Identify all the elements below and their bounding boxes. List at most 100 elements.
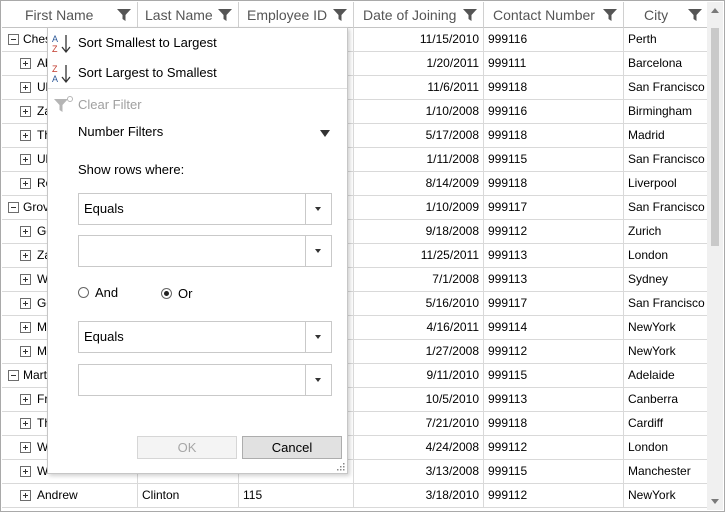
cell-city[interactable]: Cardiff [624,412,708,436]
cell-city[interactable]: Perth [624,28,708,52]
cell-contact[interactable]: 999113 [484,268,624,292]
collapse-icon[interactable] [8,202,19,213]
cell-contact[interactable]: 999118 [484,124,624,148]
column-header-city[interactable]: City [624,2,708,28]
expand-icon[interactable] [20,442,31,453]
sort-ascending-item[interactable]: A Z Sort Smallest to Largest [48,28,347,58]
cell-city[interactable]: Madrid [624,124,708,148]
cell-date[interactable]: 7/21/2010 [354,412,484,436]
cell-city[interactable]: NewYork [624,484,708,508]
cell-date[interactable]: 4/24/2008 [354,436,484,460]
filter-icon[interactable] [603,8,617,22]
cell-city[interactable]: Sydney [624,268,708,292]
cell-date[interactable]: 8/14/2009 [354,172,484,196]
expand-icon[interactable] [20,250,31,261]
value2-combo[interactable] [78,364,332,396]
expand-icon[interactable] [20,346,31,357]
cell-date[interactable]: 11/25/2011 [354,244,484,268]
cell-city[interactable]: Birmingham [624,100,708,124]
cell-contact[interactable]: 999113 [484,388,624,412]
cell-city[interactable]: Adelaide [624,364,708,388]
ok-button[interactable]: OK [137,436,237,459]
cell-date[interactable]: 1/10/2009 [354,196,484,220]
cell-city[interactable]: London [624,436,708,460]
expand-icon[interactable] [20,82,31,93]
cell-contact[interactable]: 999112 [484,436,624,460]
resize-grip-icon[interactable] [337,463,345,471]
column-header-first-name[interactable]: First Name [2,2,138,28]
cell-id[interactable]: 115 [239,484,354,508]
collapse-icon[interactable] [8,34,19,45]
column-header-date-of-joining[interactable]: Date of Joining [354,2,484,28]
expand-icon[interactable] [20,130,31,141]
column-header-employee-id[interactable]: Employee ID [239,2,354,28]
value1-combo[interactable] [78,235,332,267]
expand-icon[interactable] [20,322,31,333]
cell-contact[interactable]: 999117 [484,292,624,316]
collapse-icon[interactable] [8,370,19,381]
filter-icon[interactable] [117,8,131,22]
cell-city[interactable]: San Francisco [624,292,708,316]
cell-date[interactable]: 9/11/2010 [354,364,484,388]
cell-date[interactable]: 9/18/2008 [354,220,484,244]
cell-contact[interactable]: 999116 [484,100,624,124]
filter-icon[interactable] [218,8,232,22]
cell-contact[interactable]: 999114 [484,316,624,340]
cell-contact[interactable]: 999116 [484,28,624,52]
cell-contact[interactable]: 999113 [484,244,624,268]
cell-contact[interactable]: 999112 [484,484,624,508]
cell-contact[interactable]: 999115 [484,364,624,388]
chevron-down-icon[interactable] [305,322,331,352]
filter-icon[interactable] [333,8,347,22]
cell-date[interactable]: 7/1/2008 [354,268,484,292]
scroll-thumb[interactable] [711,28,719,246]
cell-city[interactable]: London [624,244,708,268]
condition1-select[interactable]: Equals [78,193,332,225]
expand-icon[interactable] [20,106,31,117]
cell-first[interactable]: Andrew [2,484,138,508]
expand-icon[interactable] [20,466,31,477]
scroll-down-icon[interactable] [711,499,719,504]
cell-date[interactable]: 5/17/2008 [354,124,484,148]
cell-date[interactable]: 11/6/2011 [354,76,484,100]
cell-date[interactable]: 4/16/2011 [354,316,484,340]
cell-date[interactable]: 11/15/2010 [354,28,484,52]
cell-date[interactable]: 1/10/2008 [354,100,484,124]
chevron-down-icon[interactable] [305,194,331,224]
sort-descending-item[interactable]: Z A Sort Largest to Smallest [48,58,347,88]
cell-contact[interactable]: 999118 [484,412,624,436]
cell-contact[interactable]: 999111 [484,52,624,76]
cell-city[interactable]: Barcelona [624,52,708,76]
filter-icon[interactable] [688,8,702,22]
cell-date[interactable]: 1/11/2008 [354,148,484,172]
chevron-down-icon[interactable] [305,365,331,395]
cell-date[interactable]: 3/13/2008 [354,460,484,484]
cell-contact[interactable]: 999112 [484,340,624,364]
cell-contact[interactable]: 999112 [484,220,624,244]
filter-icon[interactable] [463,8,477,22]
expand-icon[interactable] [20,490,31,501]
expand-icon[interactable] [20,394,31,405]
number-filters-label[interactable]: Number Filters [78,124,163,139]
cell-date[interactable]: 1/20/2011 [354,52,484,76]
cell-city[interactable]: NewYork [624,340,708,364]
expand-icon[interactable] [20,226,31,237]
cell-city[interactable]: NewYork [624,316,708,340]
expand-icon[interactable] [20,58,31,69]
cell-city[interactable]: Liverpool [624,172,708,196]
cell-city[interactable]: Zurich [624,220,708,244]
cancel-button[interactable]: Cancel [242,436,342,459]
cell-date[interactable]: 10/5/2010 [354,388,484,412]
expand-icon[interactable] [20,418,31,429]
cell-date[interactable]: 1/27/2008 [354,340,484,364]
number-filters-expand-icon[interactable] [320,130,330,137]
cell-contact[interactable]: 999115 [484,460,624,484]
cell-last[interactable]: Clinton [138,484,239,508]
column-header-contact-number[interactable]: Contact Number [484,2,624,28]
expand-icon[interactable] [20,178,31,189]
condition2-select[interactable]: Equals [78,321,332,353]
cell-city[interactable]: Manchester [624,460,708,484]
expand-icon[interactable] [20,298,31,309]
and-radio[interactable]: And [78,285,118,300]
clear-filter-item[interactable]: Clear Filter [48,90,347,120]
